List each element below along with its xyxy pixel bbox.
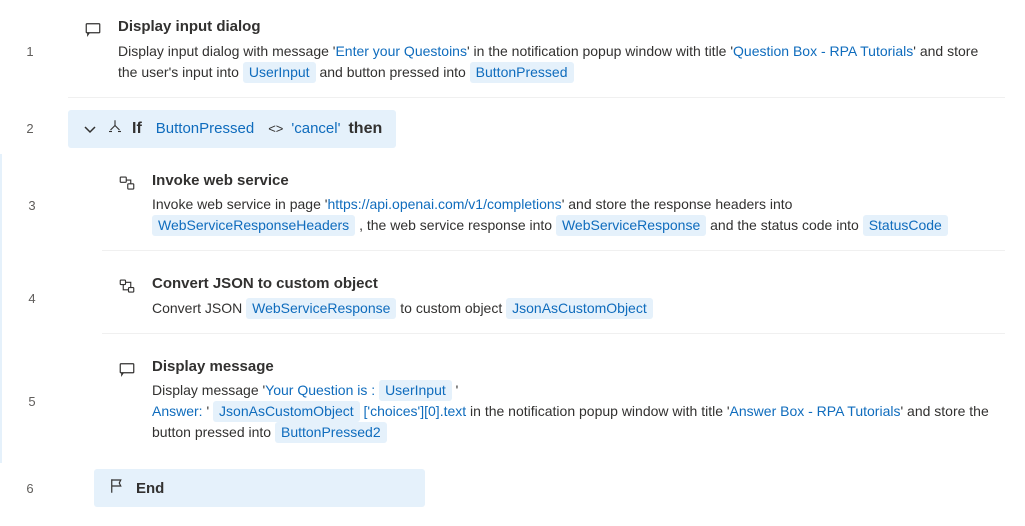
flow-row[interactable]: 4 Convert JSON to custom object Convert … xyxy=(2,257,1025,340)
convert-icon xyxy=(116,273,138,295)
invoke-web-service-action[interactable]: Invoke web service Invoke web service in… xyxy=(102,160,1005,252)
action-description: Display input dialog with message 'Enter… xyxy=(118,41,993,83)
flow-row[interactable]: 2 If ButtonPressed <> 'cancel' then xyxy=(0,104,1025,154)
line-number: 1 xyxy=(0,0,60,104)
line-number: 5 xyxy=(2,340,62,464)
flow-row[interactable]: 3 Invoke web service Invoke web service … xyxy=(2,154,1025,258)
action-title: Display message xyxy=(152,356,993,379)
chevron-down-icon[interactable] xyxy=(82,121,98,137)
branch-icon xyxy=(106,118,124,140)
message-icon xyxy=(116,356,138,378)
flag-icon xyxy=(108,477,126,499)
operator: <> xyxy=(268,121,283,136)
end-keyword: End xyxy=(136,480,164,497)
variable-token[interactable]: ButtonPressed xyxy=(470,62,574,83)
display-message-action[interactable]: Display message Display message 'Your Qu… xyxy=(102,346,1005,458)
end-block[interactable]: End xyxy=(94,469,425,507)
flow-editor: 1 Display input dialog Display input dia… xyxy=(0,0,1025,513)
flow-row[interactable]: 1 Display input dialog Display input dia… xyxy=(0,0,1025,104)
action-description: Invoke web service in page 'https://api.… xyxy=(152,194,993,236)
compare-value: 'cancel' xyxy=(291,120,340,137)
variable-token[interactable]: StatusCode xyxy=(863,215,948,236)
if-keyword: If xyxy=(132,120,142,138)
variable-token[interactable]: ButtonPressed2 xyxy=(275,422,387,443)
variable-token[interactable]: JsonAsCustomObject xyxy=(506,298,653,319)
line-number: 6 xyxy=(0,463,60,513)
if-condition-block[interactable]: If ButtonPressed <> 'cancel' then xyxy=(68,110,396,148)
line-number: 4 xyxy=(2,257,62,340)
action-title: Display input dialog xyxy=(118,16,993,39)
flow-row[interactable]: 6 End xyxy=(0,463,1025,513)
message-icon xyxy=(82,16,104,38)
action-title: Convert JSON to custom object xyxy=(152,273,993,296)
web-service-icon xyxy=(116,170,138,192)
action-title: Invoke web service xyxy=(152,170,993,193)
variable-token[interactable]: WebServiceResponseHeaders xyxy=(152,215,355,236)
variable-token[interactable]: UserInput xyxy=(243,62,316,83)
line-number: 3 xyxy=(2,154,62,258)
variable-token[interactable]: ButtonPressed xyxy=(150,120,260,137)
variable-token[interactable]: WebServiceResponse xyxy=(246,298,396,319)
variable-token[interactable]: UserInput xyxy=(379,380,452,401)
display-input-dialog-action[interactable]: Display input dialog Display input dialo… xyxy=(68,6,1005,98)
variable-token[interactable]: WebServiceResponse xyxy=(556,215,706,236)
variable-token[interactable]: JsonAsCustomObject xyxy=(213,401,360,422)
action-description: Convert JSON WebServiceResponse to custo… xyxy=(152,298,993,319)
flow-row[interactable]: 5 Display message Display message 'Your … xyxy=(2,340,1025,464)
action-description: Display message 'Your Question is : User… xyxy=(152,380,993,443)
line-number: 2 xyxy=(0,104,60,154)
convert-json-action[interactable]: Convert JSON to custom object Convert JS… xyxy=(102,263,1005,334)
then-keyword: then xyxy=(348,120,382,138)
